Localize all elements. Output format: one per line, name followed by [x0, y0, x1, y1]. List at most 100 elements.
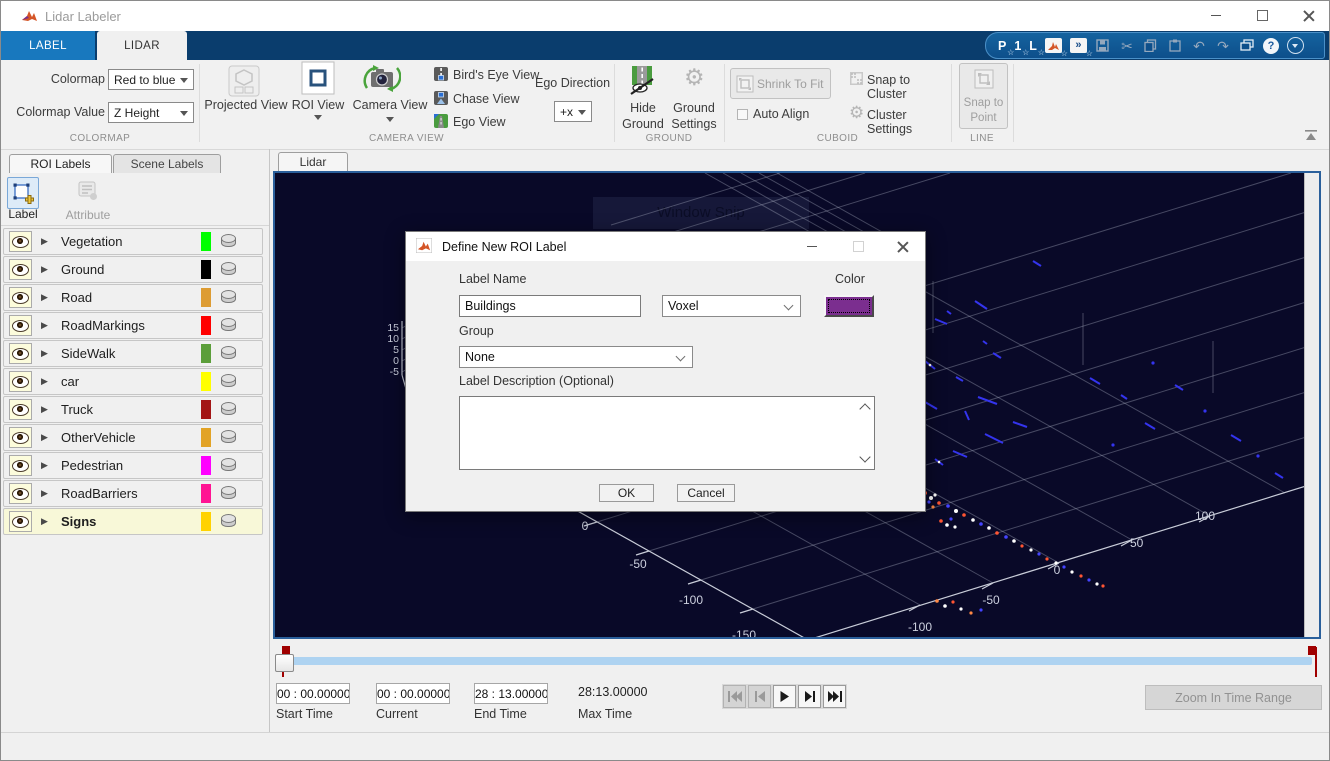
start-time-field[interactable] — [276, 683, 350, 704]
label-row-ground[interactable]: ▶ Ground — [3, 256, 263, 283]
scroll-down-icon[interactable] — [859, 451, 870, 462]
help-icon[interactable]: ? — [1263, 38, 1279, 54]
favorite-1-button[interactable]: 1 — [1014, 39, 1021, 53]
label-row-sidewalk[interactable]: ▶ SideWalk — [3, 340, 263, 367]
expand-arrow-icon[interactable]: ▶ — [41, 404, 48, 415]
undo-icon[interactable]: ↶ — [1191, 38, 1207, 54]
chase-view-button[interactable]: Chase View — [453, 92, 519, 106]
roi-view-button[interactable]: ROI View — [287, 98, 349, 112]
minimize-button[interactable] — [1193, 1, 1238, 30]
copy-icon[interactable] — [1143, 38, 1159, 54]
save-icon[interactable] — [1095, 38, 1111, 54]
birds-eye-view-button[interactable]: Bird's Eye View — [453, 68, 539, 82]
visibility-eye-icon[interactable] — [9, 455, 32, 476]
cut-icon[interactable]: ✂ — [1119, 38, 1135, 54]
dialog-maximize-button[interactable] — [836, 232, 880, 261]
hide-ground-button[interactable]: Hide — [616, 101, 670, 115]
visibility-eye-icon[interactable] — [9, 399, 32, 420]
last-frame-button[interactable] — [823, 685, 846, 708]
color-swatch[interactable] — [201, 260, 211, 279]
end-time-field[interactable] — [474, 683, 548, 704]
dialog-close-button[interactable] — [881, 232, 925, 261]
favorite-l-button[interactable]: L — [1029, 39, 1037, 53]
color-swatch[interactable] — [201, 512, 211, 531]
time-slider-track[interactable] — [284, 657, 1312, 665]
previous-frame-button[interactable] — [748, 685, 771, 708]
tab-label[interactable]: LABEL — [1, 31, 95, 60]
visibility-eye-icon[interactable] — [9, 371, 32, 392]
close-button[interactable] — [1286, 1, 1330, 30]
expand-arrow-icon[interactable]: ▶ — [41, 516, 48, 527]
label-name-input[interactable] — [459, 295, 641, 317]
play-button[interactable] — [773, 685, 796, 708]
figure-tab-lidar[interactable]: Lidar — [278, 152, 348, 171]
snap-to-cluster-button[interactable]: Snap to Cluster — [867, 73, 951, 101]
auto-align-checkbox[interactable] — [737, 109, 748, 120]
dialog-title-bar[interactable]: Define New ROI Label — [406, 232, 925, 261]
label-row-roadmarkings[interactable]: ▶ RoadMarkings — [3, 312, 263, 339]
redo-icon[interactable]: ↷ — [1215, 38, 1231, 54]
tab-scene-labels[interactable]: Scene Labels — [113, 154, 221, 173]
colormap-dropdown[interactable]: Red to blue — [108, 69, 194, 90]
snap-to-point-button[interactable]: Snap to Point — [959, 63, 1008, 129]
zoom-in-time-range-button[interactable]: Zoom In Time Range — [1145, 685, 1322, 710]
expand-arrow-icon[interactable]: ▶ — [41, 264, 48, 275]
label-row-vegetation[interactable]: ▶ Vegetation — [3, 228, 263, 255]
color-swatch[interactable] — [201, 484, 211, 503]
label-row-signs[interactable]: ▶ Signs — [3, 508, 263, 535]
visibility-eye-icon[interactable] — [9, 287, 32, 308]
color-swatch[interactable] — [201, 372, 211, 391]
dialog-minimize-button[interactable] — [790, 232, 834, 261]
visibility-eye-icon[interactable] — [9, 511, 32, 532]
color-swatch[interactable] — [201, 232, 211, 251]
chevrons-button[interactable]: » — [1070, 38, 1087, 53]
visibility-eye-icon[interactable] — [9, 259, 32, 280]
visibility-eye-icon[interactable] — [9, 315, 32, 336]
expand-arrow-icon[interactable]: ▶ — [41, 432, 48, 443]
tab-roi-labels[interactable]: ROI Labels — [9, 154, 112, 173]
visibility-eye-icon[interactable] — [9, 483, 32, 504]
color-swatch[interactable] — [201, 288, 211, 307]
toolbar-dropdown-icon[interactable] — [1287, 37, 1304, 54]
expand-arrow-icon[interactable]: ▶ — [41, 376, 48, 387]
tab-lidar[interactable]: LIDAR — [97, 31, 187, 60]
matlab-snippet-button[interactable] — [1045, 38, 1062, 53]
textarea-scrollbar[interactable] — [857, 398, 873, 468]
roi-view-dropdown-arrow-icon[interactable] — [314, 115, 322, 120]
visibility-eye-icon[interactable] — [9, 231, 32, 252]
roi-view-icon[interactable] — [301, 61, 335, 100]
label-row-car[interactable]: ▶ car — [3, 368, 263, 395]
group-dropdown[interactable]: None — [459, 346, 693, 368]
label-row-pedestrian[interactable]: ▶ Pedestrian — [3, 452, 263, 479]
collapse-ribbon-icon[interactable] — [1304, 128, 1318, 146]
ego-direction-dropdown[interactable]: +x — [554, 101, 592, 122]
cluster-settings-button[interactable]: Cluster Settings — [867, 108, 951, 136]
visibility-eye-icon[interactable] — [9, 343, 32, 364]
first-frame-button[interactable] — [723, 685, 746, 708]
expand-arrow-icon[interactable]: ▶ — [41, 320, 48, 331]
color-swatch[interactable] — [201, 344, 211, 363]
ego-view-button[interactable]: Ego View — [453, 115, 506, 129]
color-swatch[interactable] — [201, 456, 211, 475]
label-row-road[interactable]: ▶ Road — [3, 284, 263, 311]
time-slider-thumb[interactable] — [275, 654, 294, 672]
next-frame-button[interactable] — [798, 685, 821, 708]
label-row-roadbarriers[interactable]: ▶ RoadBarriers — [3, 480, 263, 507]
camera-view-icon[interactable] — [363, 62, 401, 99]
expand-arrow-icon[interactable]: ▶ — [41, 236, 48, 247]
viewport-scrollbar[interactable] — [1304, 173, 1319, 637]
shrink-to-fit-button[interactable]: Shrink To Fit — [730, 68, 831, 99]
camera-view-dropdown-arrow-icon[interactable] — [386, 117, 394, 122]
visibility-eye-icon[interactable] — [9, 427, 32, 448]
scroll-up-icon[interactable] — [859, 403, 870, 414]
expand-arrow-icon[interactable]: ▶ — [41, 348, 48, 359]
attribute-button[interactable]: Attribute — [59, 208, 117, 222]
camera-view-button[interactable]: Camera View — [349, 98, 431, 112]
colormap-value-dropdown[interactable]: Z Height — [108, 102, 194, 123]
color-swatch[interactable] — [201, 316, 211, 335]
label-type-dropdown[interactable]: Voxel — [662, 295, 801, 317]
projected-view-button[interactable]: Projected View — [201, 98, 291, 112]
ground-settings-button[interactable]: Ground — [666, 101, 722, 115]
color-swatch[interactable] — [201, 428, 211, 447]
label-color-swatch[interactable] — [824, 295, 874, 317]
